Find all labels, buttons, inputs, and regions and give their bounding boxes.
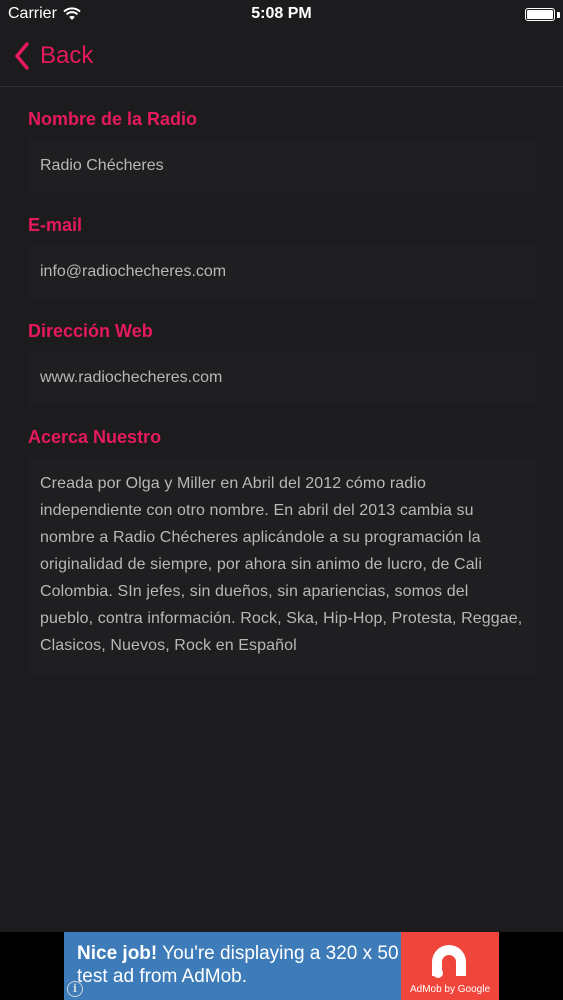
email-label: E-mail (28, 215, 83, 235)
radio-name-field: Radio Chécheres (28, 140, 536, 192)
admob-logo-icon (432, 945, 466, 978)
status-bar: Carrier 5:08 PM (0, 0, 563, 30)
radio-name-label: Nombre de la Radio (28, 109, 198, 129)
email-field: info@radiochecheres.com (28, 246, 536, 298)
about-text: Creada por Olga y Miller en Abril del 20… (28, 458, 536, 674)
battery-fill (527, 10, 553, 19)
ad-logo-area[interactable]: AdMob by Google (401, 932, 499, 1000)
status-time: 5:08 PM (251, 5, 312, 22)
website-label: Dirección Web (28, 321, 153, 341)
website-field: www.radiochecheres.com (28, 352, 536, 404)
ad-headline: Nice job! (77, 943, 158, 964)
navigation-bar: Back (0, 30, 563, 87)
about-label: Acerca Nuestro (28, 427, 162, 447)
ad-banner: Nice job! You're displaying a 320 x 50 t… (0, 932, 563, 1000)
back-label: Back (40, 42, 94, 69)
back-button[interactable]: Back (14, 42, 93, 70)
battery-tip (557, 12, 560, 18)
ad-attribution: AdMob by Google (409, 984, 491, 995)
ad-text: Nice job! You're displaying a 320 x 50 t… (77, 942, 402, 988)
ad-creative[interactable]: Nice job! You're displaying a 320 x 50 t… (64, 932, 499, 1000)
chevron-left-icon (15, 42, 29, 70)
battery-icon (525, 8, 555, 21)
info-icon[interactable]: i (67, 981, 83, 997)
